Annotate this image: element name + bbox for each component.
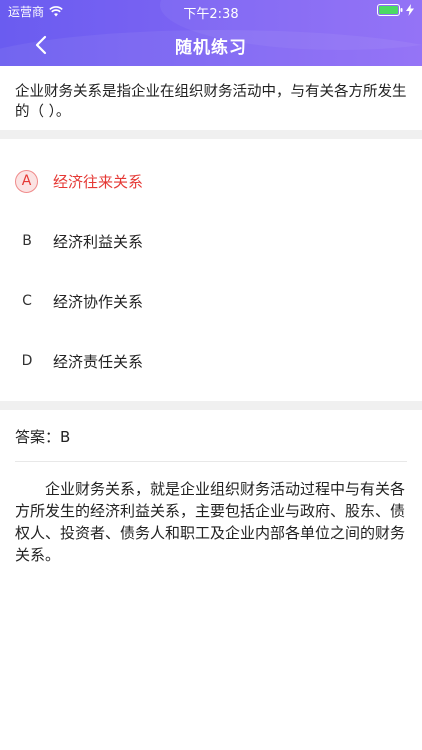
nav-bar: 随机练习 [0, 22, 422, 66]
battery-group [377, 4, 414, 16]
option-letter-d: D [15, 349, 39, 373]
option-letter-b: B [15, 229, 39, 253]
section-divider [0, 401, 422, 410]
option-text-a: 经济往来关系 [53, 173, 144, 191]
option-d[interactable]: D 经济责任关系 [0, 339, 422, 385]
battery-icon [377, 4, 403, 16]
explanation-text: 企业财务关系，就是企业组织财务活动过程中与有关各方所发生的经济利益关系，主要包括… [15, 480, 406, 564]
option-text-d: 经济责任关系 [53, 353, 144, 371]
option-text-b: 经济利益关系 [53, 233, 144, 251]
status-bar: 运营商 下午2:38 [0, 0, 422, 22]
answer-divider [15, 461, 407, 462]
page-title: 随机练习 [175, 38, 247, 58]
option-a[interactable]: A 经济往来关系 [0, 159, 422, 205]
option-letter-a: A [15, 170, 38, 193]
option-text-c: 经济协作关系 [53, 293, 144, 311]
question-text: 企业财务关系是指企业在组织财务活动中，与有关各方所发生的（ ）。 [15, 84, 407, 120]
charging-bolt-icon [406, 4, 414, 16]
status-time: 下午2:38 [183, 7, 239, 22]
section-divider [0, 130, 422, 139]
answer-label: 答案：B [15, 428, 71, 446]
option-c[interactable]: C 经济协作关系 [0, 279, 422, 325]
header: 运营商 下午2:38 随机练习 [0, 0, 422, 66]
option-letter-c: C [15, 289, 39, 313]
option-b[interactable]: B 经济利益关系 [0, 219, 422, 265]
